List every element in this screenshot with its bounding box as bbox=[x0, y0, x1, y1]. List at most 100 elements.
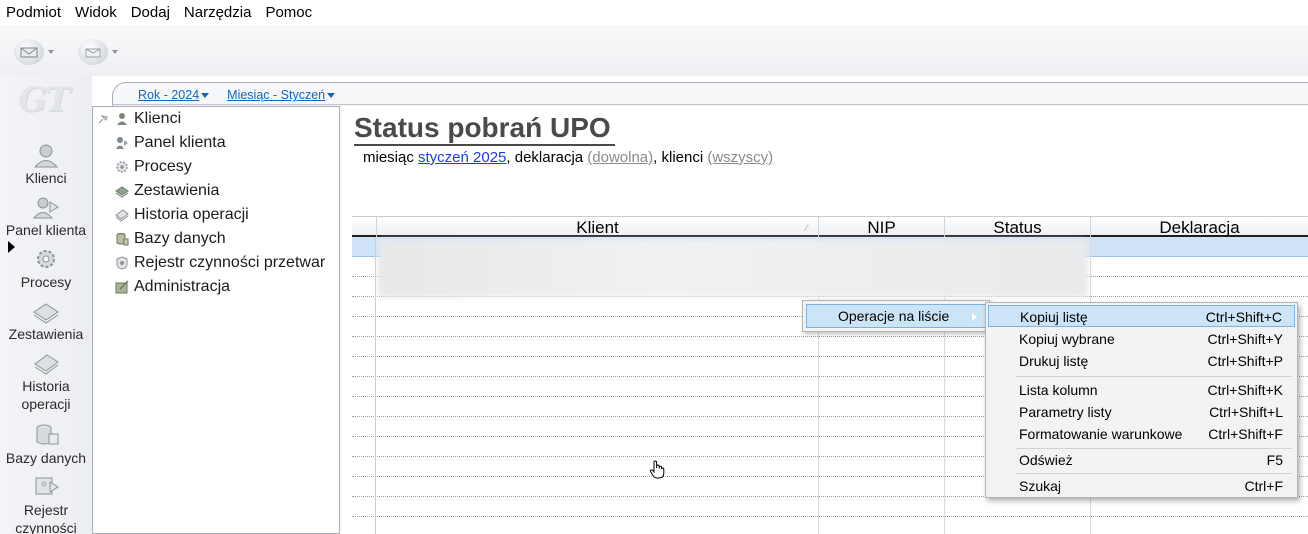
nav-label: Klienci bbox=[25, 170, 67, 186]
menu-narzedzia[interactable]: Narzędzia bbox=[177, 0, 259, 26]
menu-item-label: Formatowanie warunkowe bbox=[1019, 426, 1183, 442]
month-selector[interactable]: Miesiąc - Styczeń bbox=[227, 88, 336, 102]
sort-icon: ⁄ bbox=[806, 223, 808, 233]
menu-item-kopiuj-wybrane[interactable]: Kopiuj wybrane Ctrl+Shift+Y bbox=[988, 328, 1295, 350]
declaration-filter-link[interactable]: (dowolna) bbox=[587, 149, 653, 166]
tree-item-label: Procesy bbox=[134, 158, 192, 175]
menu-item-szukaj[interactable]: Szukaj Ctrl+F bbox=[988, 475, 1295, 497]
chevron-down-icon[interactable] bbox=[112, 50, 118, 54]
mail-receive-icon bbox=[78, 39, 108, 65]
period-bar: Rok - 2024 Miesiąc - Styczeń bbox=[138, 88, 336, 102]
month-filter-link[interactable]: styczeń 2025 bbox=[418, 149, 506, 166]
tree-item-zestawienia[interactable]: Zestawienia bbox=[115, 179, 219, 203]
nav-zestawienia[interactable]: Zestawienia bbox=[0, 298, 92, 343]
redacted-row-data bbox=[378, 239, 1088, 297]
menu-item-parametry-listy[interactable]: Parametry listy Ctrl+Shift+L bbox=[988, 401, 1295, 423]
tree-item-label: Zestawienia bbox=[134, 182, 220, 199]
context-submenu: Kopiuj listę Ctrl+Shift+C Kopiuj wybrane… bbox=[985, 302, 1298, 498]
nav-label: Rejestr czynności bbox=[15, 502, 77, 534]
tree-item-label: Historia operacji bbox=[134, 206, 249, 223]
nav-label: Historia operacji bbox=[21, 378, 71, 412]
hand-cursor-icon bbox=[649, 460, 665, 479]
left-navigation: GT Klienci Panel klienta Procesy Zestawi… bbox=[0, 76, 92, 534]
gears-icon bbox=[37, 250, 55, 268]
tree-item-bazy-danych[interactable]: Bazy danych bbox=[115, 227, 226, 251]
tree-item-label: Panel klienta bbox=[134, 134, 226, 151]
history-icon bbox=[34, 354, 59, 375]
year-label: Rok - 2024 bbox=[138, 88, 200, 102]
menu-item-shortcut: Ctrl+Shift+F bbox=[1208, 426, 1283, 442]
tree-item-klienci[interactable]: Klienci bbox=[115, 107, 181, 131]
menu-item-label: Szukaj bbox=[1019, 478, 1062, 494]
subtitle-text: miesiąc bbox=[363, 149, 419, 166]
nav-label: Zestawienia bbox=[8, 326, 84, 342]
menu-item-label: Kopiuj wybrane bbox=[1019, 331, 1115, 347]
menu-item-label: Drukuj listę bbox=[1019, 353, 1089, 369]
column-header-nip[interactable]: NIP bbox=[818, 217, 944, 237]
nav-panel-klienta[interactable]: Panel klienta bbox=[0, 194, 92, 239]
menu-item-label: Operacje na liście bbox=[838, 308, 950, 324]
history-icon bbox=[115, 209, 129, 222]
logo: GT bbox=[18, 80, 70, 120]
tree-item-administracja[interactable]: Administracja bbox=[115, 275, 230, 299]
tree-item-label: Bazy danych bbox=[134, 230, 226, 247]
nav-bazy-danych[interactable]: Bazy danych bbox=[0, 422, 92, 467]
row-indicator-column bbox=[352, 237, 376, 534]
toolbar bbox=[0, 26, 1308, 76]
nav-label: Procesy bbox=[20, 274, 72, 290]
nav-label: Bazy danych bbox=[5, 450, 87, 466]
column-header-klient[interactable]: Klient bbox=[376, 217, 818, 237]
person-icon bbox=[33, 144, 59, 168]
menu-item-operacje-na-liscie[interactable]: Operacje na liście bbox=[806, 304, 986, 328]
register-icon bbox=[35, 477, 59, 495]
chevron-down-icon[interactable] bbox=[48, 50, 54, 54]
menu-item-shortcut: Ctrl+Shift+P bbox=[1207, 353, 1283, 369]
tree-item-panel-klienta[interactable]: Panel klienta bbox=[115, 131, 226, 155]
person-panel-icon bbox=[116, 137, 128, 149]
gears-icon bbox=[116, 161, 128, 173]
database-icon bbox=[36, 424, 59, 445]
table-row bbox=[352, 497, 1308, 517]
column-header-deklaracja[interactable]: Deklaracja bbox=[1090, 217, 1308, 237]
chevron-down-icon bbox=[201, 92, 210, 98]
menu-separator bbox=[1016, 473, 1292, 474]
person-panel-icon bbox=[32, 197, 59, 219]
reports-icon bbox=[33, 303, 59, 324]
nav-rejestr-czynnosci[interactable]: Rejestr czynności bbox=[0, 474, 92, 534]
tree-item-label: Klienci bbox=[134, 110, 182, 127]
menu-podmiot[interactable]: Podmiot bbox=[0, 0, 68, 26]
menu-item-kopiuj-liste[interactable]: Kopiuj listę Ctrl+Shift+C bbox=[988, 305, 1295, 327]
menu-item-shortcut: F5 bbox=[1266, 452, 1283, 468]
menu-item-lista-kolumn[interactable]: Lista kolumn Ctrl+Shift+K bbox=[988, 379, 1295, 401]
subtitle-text: , deklaracja bbox=[506, 149, 588, 166]
register-icon bbox=[116, 256, 128, 270]
mail-send-icon bbox=[14, 39, 44, 65]
database-icon bbox=[116, 233, 129, 246]
menu-item-shortcut: Ctrl+F bbox=[1244, 478, 1284, 494]
menu-dodaj[interactable]: Dodaj bbox=[124, 0, 177, 26]
send-button[interactable] bbox=[14, 39, 54, 65]
menu-item-shortcut: Ctrl+Shift+K bbox=[1207, 382, 1283, 398]
menu-pomoc[interactable]: Pomoc bbox=[258, 0, 319, 26]
pin-icon[interactable] bbox=[97, 113, 109, 125]
nav-historia-operacji[interactable]: Historia operacji bbox=[0, 350, 92, 413]
year-selector[interactable]: Rok - 2024 bbox=[138, 88, 210, 102]
menu-bar: Podmiot Widok Dodaj Narzędzia Pomoc bbox=[0, 0, 1308, 26]
menu-item-formatowanie-warunkowe[interactable]: Formatowanie warunkowe Ctrl+Shift+F bbox=[988, 423, 1295, 445]
menu-item-odswiez[interactable]: Odśwież F5 bbox=[988, 449, 1295, 471]
reports-icon bbox=[115, 186, 129, 198]
nav-klienci[interactable]: Klienci bbox=[0, 142, 92, 187]
receive-button[interactable] bbox=[78, 39, 118, 65]
menu-item-label: Lista kolumn bbox=[1019, 382, 1098, 398]
column-header-status[interactable]: Status bbox=[944, 217, 1090, 237]
menu-item-drukuj-liste[interactable]: Drukuj listę Ctrl+Shift+P bbox=[988, 350, 1295, 372]
context-menu: Operacje na liście bbox=[802, 300, 990, 332]
tree-item-procesy[interactable]: Procesy bbox=[115, 155, 192, 179]
month-label: Miesiąc - Styczeń bbox=[227, 88, 326, 102]
tree-item-rejestr[interactable]: Rejestr czynności przetwar bbox=[115, 251, 325, 275]
tree-item-historia-operacji[interactable]: Historia operacji bbox=[115, 203, 249, 227]
clients-filter-link[interactable]: (wszyscy) bbox=[707, 149, 773, 166]
menu-widok[interactable]: Widok bbox=[68, 0, 124, 26]
menu-item-shortcut: Ctrl+Shift+L bbox=[1209, 404, 1283, 420]
tree-item-label: Rejestr czynności przetwar bbox=[134, 254, 326, 271]
